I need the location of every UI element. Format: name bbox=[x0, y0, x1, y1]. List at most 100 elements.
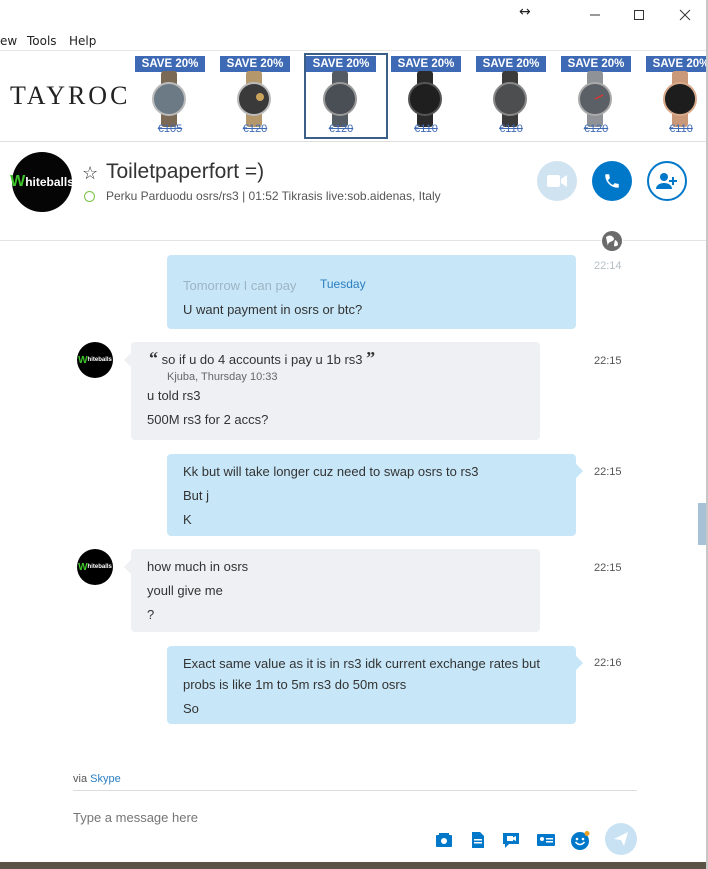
ad-product[interactable]: SAVE 20% €110 bbox=[474, 53, 558, 139]
send-icon bbox=[614, 832, 628, 846]
message-input[interactable] bbox=[73, 810, 473, 825]
title-bar[interactable]: ↔ bbox=[0, 0, 708, 30]
watch-image bbox=[323, 71, 357, 127]
discount-badge: SAVE 20% bbox=[561, 56, 631, 72]
watch-image bbox=[663, 71, 697, 127]
menu-help[interactable]: Help bbox=[69, 34, 96, 48]
message-line: But j bbox=[183, 488, 210, 503]
discount-badge: SAVE 20% bbox=[220, 56, 290, 72]
avatar-logo-w: W bbox=[78, 354, 88, 366]
favorite-star-icon[interactable]: ☆ bbox=[82, 163, 98, 184]
conversation-title[interactable]: Toiletpaperfort =) bbox=[106, 160, 264, 184]
via-prefix: via bbox=[73, 773, 88, 785]
menu-view[interactable]: ew bbox=[0, 34, 17, 48]
message-line: Exact same value as it is in rs3 idk cur… bbox=[183, 656, 540, 671]
price-label: €110 bbox=[669, 123, 693, 135]
skype-window: ↔ ew Tools Help TAYROC SAVE 20% €105 SAVE… bbox=[0, 0, 708, 869]
message-line: So bbox=[183, 701, 199, 716]
message-line: youll give me bbox=[147, 583, 223, 598]
price-label: €110 bbox=[414, 123, 438, 135]
ad-product[interactable]: SAVE 20% €105 bbox=[133, 53, 217, 139]
price-label: €110 bbox=[499, 123, 523, 135]
menu-bar: ew Tools Help bbox=[0, 30, 708, 52]
message-text: U want payment in osrs or btc? bbox=[183, 302, 363, 317]
ad-product-selected[interactable]: SAVE 20% €120 bbox=[304, 53, 388, 139]
message-line: probs is like 1m to 5m rs3 do 50m osrs bbox=[183, 677, 407, 692]
message-bubble-outgoing[interactable]: Kk but will take longer cuz need to swap… bbox=[167, 454, 576, 536]
message-line: ? bbox=[147, 607, 155, 622]
watch-image bbox=[578, 71, 612, 127]
discount-badge: SAVE 20% bbox=[135, 56, 205, 72]
quote-author: Kjuba, Thursday 10:33 bbox=[167, 371, 278, 383]
avatar-logo-w: W bbox=[10, 173, 26, 190]
contact-card-icon[interactable] bbox=[537, 831, 555, 849]
video-message-icon[interactable] bbox=[502, 831, 520, 849]
discount-badge: SAVE 20% bbox=[306, 56, 376, 72]
emoticon-icon[interactable] bbox=[570, 831, 590, 850]
conversation-header: Whiteballs ☆ Toiletpaperfort =) Perku Pa… bbox=[0, 143, 706, 241]
price-label: €105 bbox=[157, 123, 183, 135]
presence-status-icon bbox=[84, 191, 95, 202]
audio-call-button[interactable] bbox=[592, 161, 632, 201]
avatar-logo-w: W bbox=[78, 561, 88, 573]
message-line: how much in osrs bbox=[147, 559, 249, 574]
message-list[interactable]: Tomorrow I can pay 22:14 Tuesday U want … bbox=[0, 243, 706, 768]
message-bubble-incoming[interactable]: how much in osrs youll give me ? bbox=[131, 549, 540, 632]
quoted-text: so if u do 4 accounts i pay u 1b rs3 bbox=[161, 352, 363, 367]
close-icon[interactable] bbox=[662, 0, 708, 30]
message-line: Kk but will take longer cuz need to swap… bbox=[183, 464, 479, 479]
message-time: 22:15 bbox=[594, 355, 622, 367]
media-icon[interactable] bbox=[435, 831, 453, 849]
file-icon[interactable] bbox=[469, 831, 487, 849]
message-time: 22:15 bbox=[594, 562, 622, 574]
price-label: €120 bbox=[242, 123, 268, 135]
watch-image bbox=[408, 71, 442, 127]
sender-avatar[interactable]: Whiteballs bbox=[77, 549, 113, 585]
close-quote-icon: ” bbox=[366, 348, 376, 368]
via-skype-link[interactable]: Skype bbox=[90, 773, 121, 785]
via-label: via Skype bbox=[73, 773, 121, 785]
desktop-background-strip bbox=[0, 862, 708, 869]
avatar-logo-text: hiteballs bbox=[87, 564, 112, 570]
ad-product[interactable]: SAVE 20% €110 bbox=[389, 53, 473, 139]
message-time: 22:14 bbox=[594, 260, 622, 272]
discount-badge: SAVE 20% bbox=[476, 56, 546, 72]
send-button[interactable] bbox=[605, 823, 637, 855]
avatar-logo-text: hiteballs bbox=[87, 357, 112, 363]
discount-badge: SAVE 20% bbox=[646, 56, 706, 72]
minimize-icon[interactable] bbox=[572, 0, 618, 30]
scrollbar-thumb[interactable] bbox=[698, 503, 706, 545]
compose-divider bbox=[73, 790, 637, 791]
resize-arrows-icon: ↔ bbox=[519, 4, 531, 20]
watch-image bbox=[237, 71, 271, 127]
open-quote-icon: “ bbox=[149, 348, 158, 368]
group-avatar[interactable]: Whiteballs bbox=[10, 152, 74, 212]
message-bubble-outgoing[interactable]: Exact same value as it is in rs3 idk cur… bbox=[167, 646, 576, 724]
avatar-logo-text: hiteballs bbox=[25, 175, 74, 189]
phone-icon bbox=[605, 174, 619, 188]
mood-message: Perku Parduodu osrs/rs3 | 01:52 Tikrasis… bbox=[106, 189, 441, 203]
ad-product[interactable]: SAVE 20% €120 bbox=[218, 53, 302, 139]
message-bubble-incoming[interactable]: “ so if u do 4 accounts i pay u 1b rs3 ”… bbox=[131, 342, 540, 440]
message-line: u told rs3 bbox=[147, 388, 201, 403]
ad-product[interactable]: SAVE 20% €120 bbox=[559, 53, 643, 139]
ad-banner[interactable]: TAYROC SAVE 20% €105 SAVE 20% €120 SAVE 20… bbox=[0, 50, 706, 142]
faded-message-text: Tomorrow I can pay bbox=[183, 278, 297, 293]
message-line: 500M rs3 for 2 accs? bbox=[147, 412, 269, 427]
add-person-icon bbox=[656, 173, 677, 189]
video-camera-icon bbox=[547, 175, 567, 187]
maximize-icon[interactable] bbox=[616, 0, 662, 30]
sender-avatar[interactable]: Whiteballs bbox=[77, 342, 113, 378]
watch-image bbox=[152, 71, 186, 127]
discount-badge: SAVE 20% bbox=[391, 56, 461, 72]
menu-tools[interactable]: Tools bbox=[27, 34, 57, 48]
ad-brand-logo[interactable]: TAYROC bbox=[10, 81, 130, 111]
price-label: €120 bbox=[583, 123, 609, 135]
video-call-button[interactable] bbox=[537, 161, 577, 201]
message-time: 22:15 bbox=[594, 466, 622, 478]
price-label: €120 bbox=[328, 123, 354, 135]
ad-product[interactable]: SAVE 20% €110 bbox=[644, 53, 706, 139]
day-separator: Tuesday bbox=[320, 277, 366, 291]
message-time: 22:16 bbox=[594, 657, 622, 669]
add-participant-button[interactable] bbox=[647, 161, 687, 201]
